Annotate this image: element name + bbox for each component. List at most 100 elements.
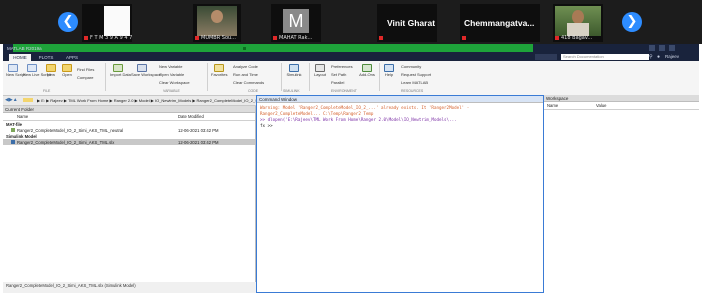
add-ons-icon [362, 64, 372, 72]
quick-access-toolbar[interactable] [535, 54, 557, 60]
minimize-button[interactable] [649, 45, 655, 51]
column-header-name[interactable]: Name [17, 114, 28, 119]
panel-title: Workspace [544, 95, 699, 102]
maximize-button[interactable] [659, 45, 665, 51]
participant-name: MAHAT Rak... [279, 35, 313, 41]
section-label-file: FILE [43, 89, 51, 93]
search-documentation-input[interactable]: Search Documentation [561, 54, 649, 60]
chevron-right-icon[interactable]: ❯ [622, 12, 642, 32]
favorites-button[interactable]: Favorites [211, 64, 227, 78]
column-header-value[interactable]: Value [596, 103, 606, 108]
window-title: MATLAB R2019a [7, 46, 42, 51]
analyze-code-button[interactable]: Analyze Code [233, 64, 258, 69]
simulink-icon [289, 64, 299, 72]
layout-icon [315, 64, 325, 72]
file-date: 12-06-2021 03:42 PM [178, 128, 219, 133]
signin-button[interactable]: Rajeev [665, 54, 679, 60]
tab-plots[interactable]: PLOTS [35, 54, 57, 61]
column-header-name[interactable]: Name [547, 103, 558, 108]
participant-name: Vinit Gharat [387, 18, 436, 28]
new-variable-button[interactable]: New Variable [159, 64, 183, 69]
browse-folder-icon[interactable] [23, 98, 33, 102]
panel-title: Command Window [257, 96, 543, 103]
command-prompt[interactable]: fx >> [260, 123, 273, 128]
folder-icon [62, 64, 72, 72]
status-text: Ranger2_CompleteModel_IO_2_Simi_AKS_TML.… [6, 283, 136, 288]
participant-name: MUMBR Sou... [201, 35, 236, 41]
command-history-line: >> dlopen('E:\Rajeev\TML Work From Home\… [260, 117, 457, 122]
preferences-button[interactable]: Preferences [331, 64, 353, 69]
title-bar: MATLAB R2019a [3, 44, 699, 53]
compare-button[interactable]: Compare [77, 75, 93, 80]
mic-muted-icon [462, 35, 466, 40]
video-feed [555, 6, 601, 36]
layout-button[interactable]: Layout [313, 64, 327, 78]
participant-tile[interactable]: F T M 3 9 A 9 4 7 [82, 4, 132, 42]
command-window-panel[interactable]: Command Window Warning: Model 'Ranger2_C… [256, 95, 544, 293]
save-icon [137, 64, 147, 72]
open-button[interactable]: Open [61, 64, 73, 78]
avatar [572, 10, 584, 24]
share-indicator-icon [243, 47, 246, 50]
avatar [211, 10, 223, 23]
screen-share-bar [13, 44, 533, 52]
panel-title: Current Folder [3, 106, 255, 113]
star-icon [214, 64, 224, 72]
tab-apps[interactable]: APPS [61, 54, 83, 61]
run-and-time-button[interactable]: Run and Time [233, 72, 258, 77]
column-header-date[interactable]: Date Modified [178, 114, 204, 119]
warning-line: Ranger2_CompleteModel... C:\Temp\Ranger2… [260, 111, 374, 116]
list-item[interactable]: Ranger2_CompleteModel_IO_2_Simi_AKS_TML_… [11, 128, 123, 133]
learn-matlab-button[interactable]: Learn MATLAB [401, 80, 428, 85]
mic-muted-icon [379, 35, 383, 40]
mat-file-icon [11, 128, 15, 132]
section-label-variable: VARIABLE [163, 89, 180, 93]
clear-commands-button[interactable]: Clear Commands [233, 80, 264, 85]
set-path-button[interactable]: Set Path [331, 72, 346, 77]
new-script-button[interactable]: New Script [6, 64, 25, 78]
add-ons-button[interactable]: Add-Ons [359, 64, 375, 78]
participant-tile[interactable]: Chemmangatva... [460, 4, 540, 42]
bell-icon[interactable]: ● [657, 54, 663, 60]
tab-home[interactable]: HOME [9, 54, 31, 61]
workspace-panel: Workspace Name Value [544, 95, 699, 293]
participant-tile[interactable]: M MAHAT Rak... [271, 4, 321, 42]
section-label-environment: ENVIRONMENT [331, 89, 357, 93]
avatar: M [283, 9, 309, 33]
help-button[interactable]: Help [383, 64, 395, 78]
simulink-button[interactable]: Simulink [285, 64, 303, 78]
request-support-button[interactable]: Request Support [401, 72, 431, 77]
live-script-icon [27, 64, 37, 72]
group-header[interactable]: MAT-file [6, 122, 22, 127]
new-button[interactable]: New [45, 64, 57, 78]
participant-tile[interactable]: 418 Bagav... [553, 4, 603, 42]
zoom-participant-strip: ❮ ❯ F T M 3 9 A 9 4 7 MUMBR Sou... M MAH… [0, 0, 702, 44]
find-files-button[interactable]: Find Files [77, 67, 94, 72]
community-button[interactable]: Community [401, 64, 421, 69]
close-button[interactable] [669, 45, 675, 51]
participant-tile[interactable]: Vinit Gharat [377, 4, 437, 42]
toolstrip-ribbon: New Script New Live Script New Open Find… [3, 61, 699, 96]
details-bar: Ranger2_CompleteModel_IO_2_Simi_AKS_TML.… [3, 282, 253, 290]
participant-name: 418 Bagav... [561, 35, 593, 41]
search-icon[interactable]: ⚲ [649, 54, 655, 60]
clear-workspace-button[interactable]: Clear Workspace [159, 80, 190, 85]
file-date: 12-06-2021 03:42 PM [178, 140, 219, 145]
back-forward-icon[interactable]: ◀▶▲ [5, 97, 18, 103]
save-workspace-button[interactable]: Save Workspace [131, 64, 161, 78]
participant-name: Chemmangatva... [464, 18, 535, 28]
mic-muted-icon [84, 35, 88, 40]
parallel-button[interactable]: Parallel [331, 80, 344, 85]
simulink-model-icon [11, 140, 15, 144]
list-item[interactable]: Ranger2_CompleteModel_IO_2_Simi_AKS_TML.… [11, 140, 114, 145]
new-live-script-button[interactable]: New Live Script [23, 64, 51, 78]
open-variable-button[interactable]: Open Variable [159, 72, 184, 77]
chevron-left-icon[interactable]: ❮ [58, 12, 78, 32]
import-data-button[interactable]: Import Data [110, 64, 131, 78]
help-icon [384, 64, 394, 72]
import-icon [113, 64, 123, 72]
current-folder-panel: Current Folder Name Date Modified MAT-fi… [3, 106, 256, 282]
new-script-icon [8, 64, 18, 72]
mic-muted-icon [555, 35, 559, 40]
participant-tile[interactable]: MUMBR Sou... [193, 4, 241, 42]
